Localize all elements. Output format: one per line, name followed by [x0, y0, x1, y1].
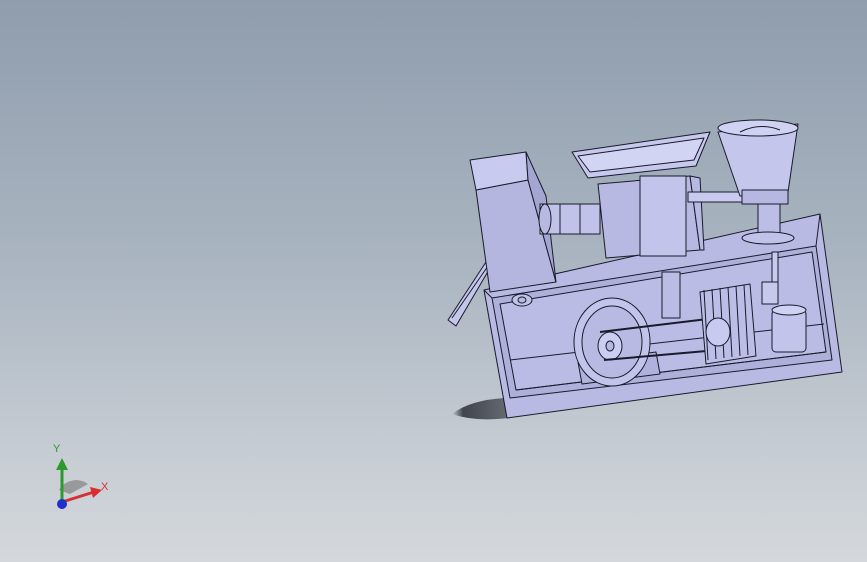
reducer-pulley	[705, 317, 731, 347]
support-post	[661, 271, 681, 319]
z-axis-dot	[57, 499, 67, 509]
oil-filter-canister	[771, 309, 807, 353]
chain-link	[761, 281, 779, 305]
x-axis-arrow	[61, 490, 95, 504]
oil-press-assembly-model[interactable]	[0, 0, 867, 562]
graphics-viewport[interactable]: X Y	[0, 0, 867, 562]
y-axis-label: Y	[53, 443, 61, 455]
flange-plate	[741, 231, 795, 245]
x-axis-label: X	[101, 481, 109, 493]
ground-shadow	[452, 398, 508, 420]
coordinate-triad	[56, 458, 102, 509]
